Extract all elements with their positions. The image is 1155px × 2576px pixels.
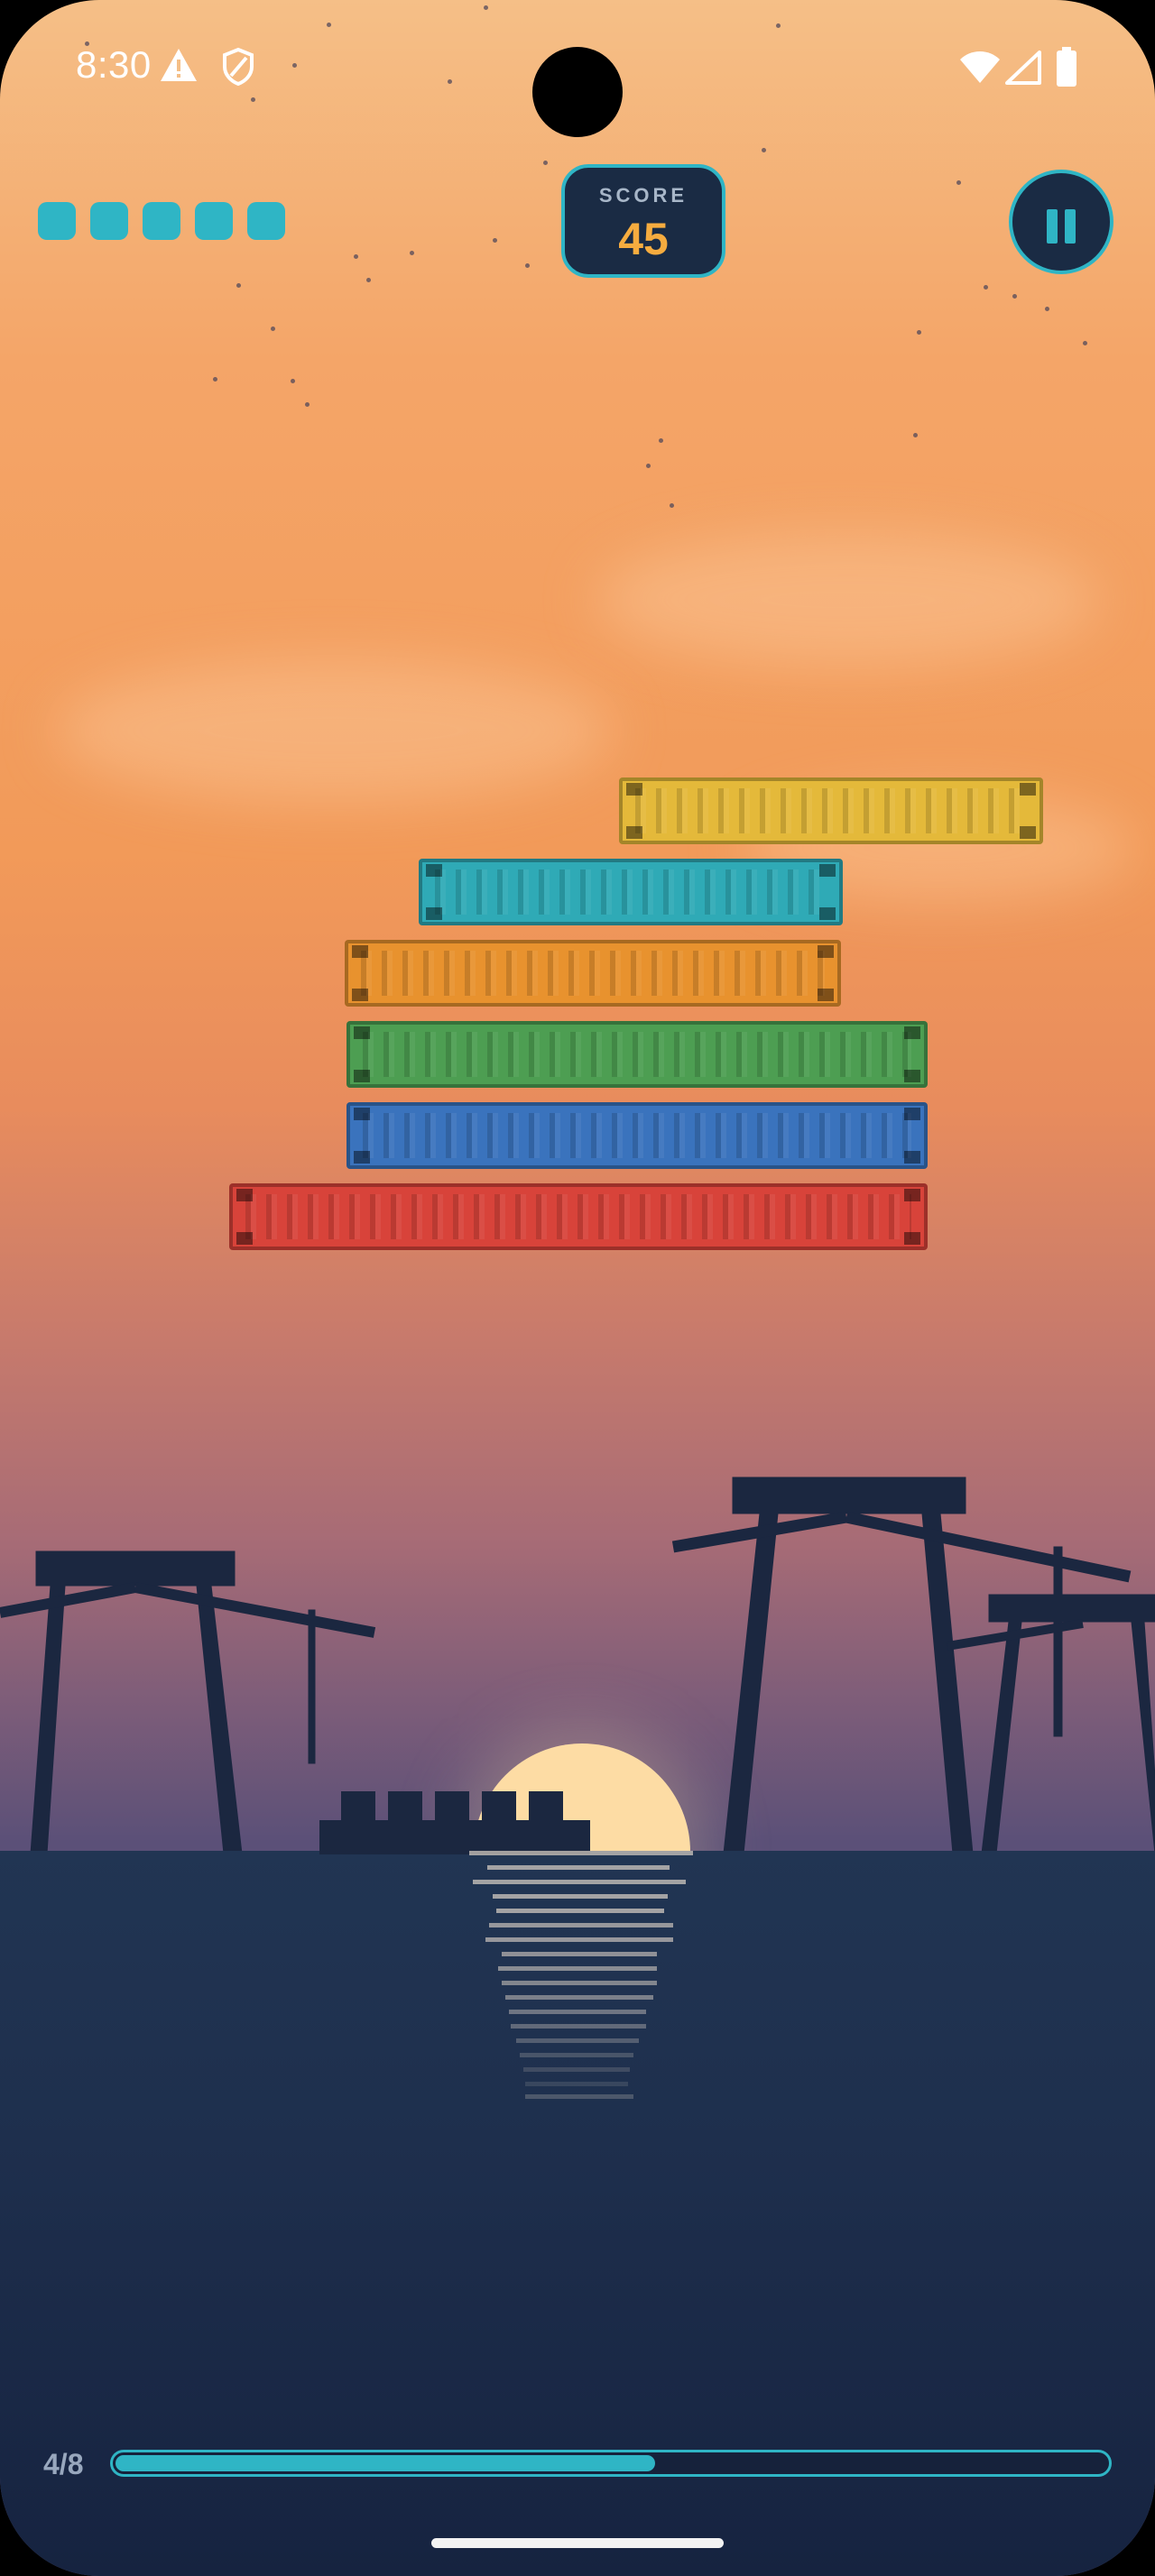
life-icon [195,202,233,240]
lives-indicator [38,202,285,240]
life-icon [143,202,180,240]
progress-fill [116,2455,656,2471]
container-yellow [619,777,1043,844]
cellular-signal-icon [1005,51,1041,85]
battery-icon [1057,47,1076,87]
score-panel: SCORE 45 [561,164,725,278]
game-screen: 8:30 SCORE 45 4/8 [0,0,1155,2576]
shield-icon [223,47,254,87]
progress-bar [110,2450,1112,2477]
score-value: 45 [618,214,669,264]
container-green [346,1021,928,1088]
container-orange [345,940,841,1007]
status-bar: 8:30 [0,0,1155,137]
life-icon [90,202,128,240]
cloud [596,532,1101,667]
warning-icon [161,49,197,81]
score-label: SCORE [598,184,688,207]
life-icon [38,202,76,240]
pause-button[interactable] [1009,170,1113,274]
container-teal [419,859,843,925]
life-icon [247,202,285,240]
home-indicator[interactable] [431,2538,724,2548]
clock: 8:30 [76,43,152,86]
cloud [54,658,614,803]
container-red [229,1183,928,1250]
container-blue [346,1102,928,1169]
progress-label: 4/8 [43,2448,84,2480]
crane-silhouette [0,1477,1155,1854]
camera-cutout [532,47,623,137]
wifi-icon [960,51,1000,83]
